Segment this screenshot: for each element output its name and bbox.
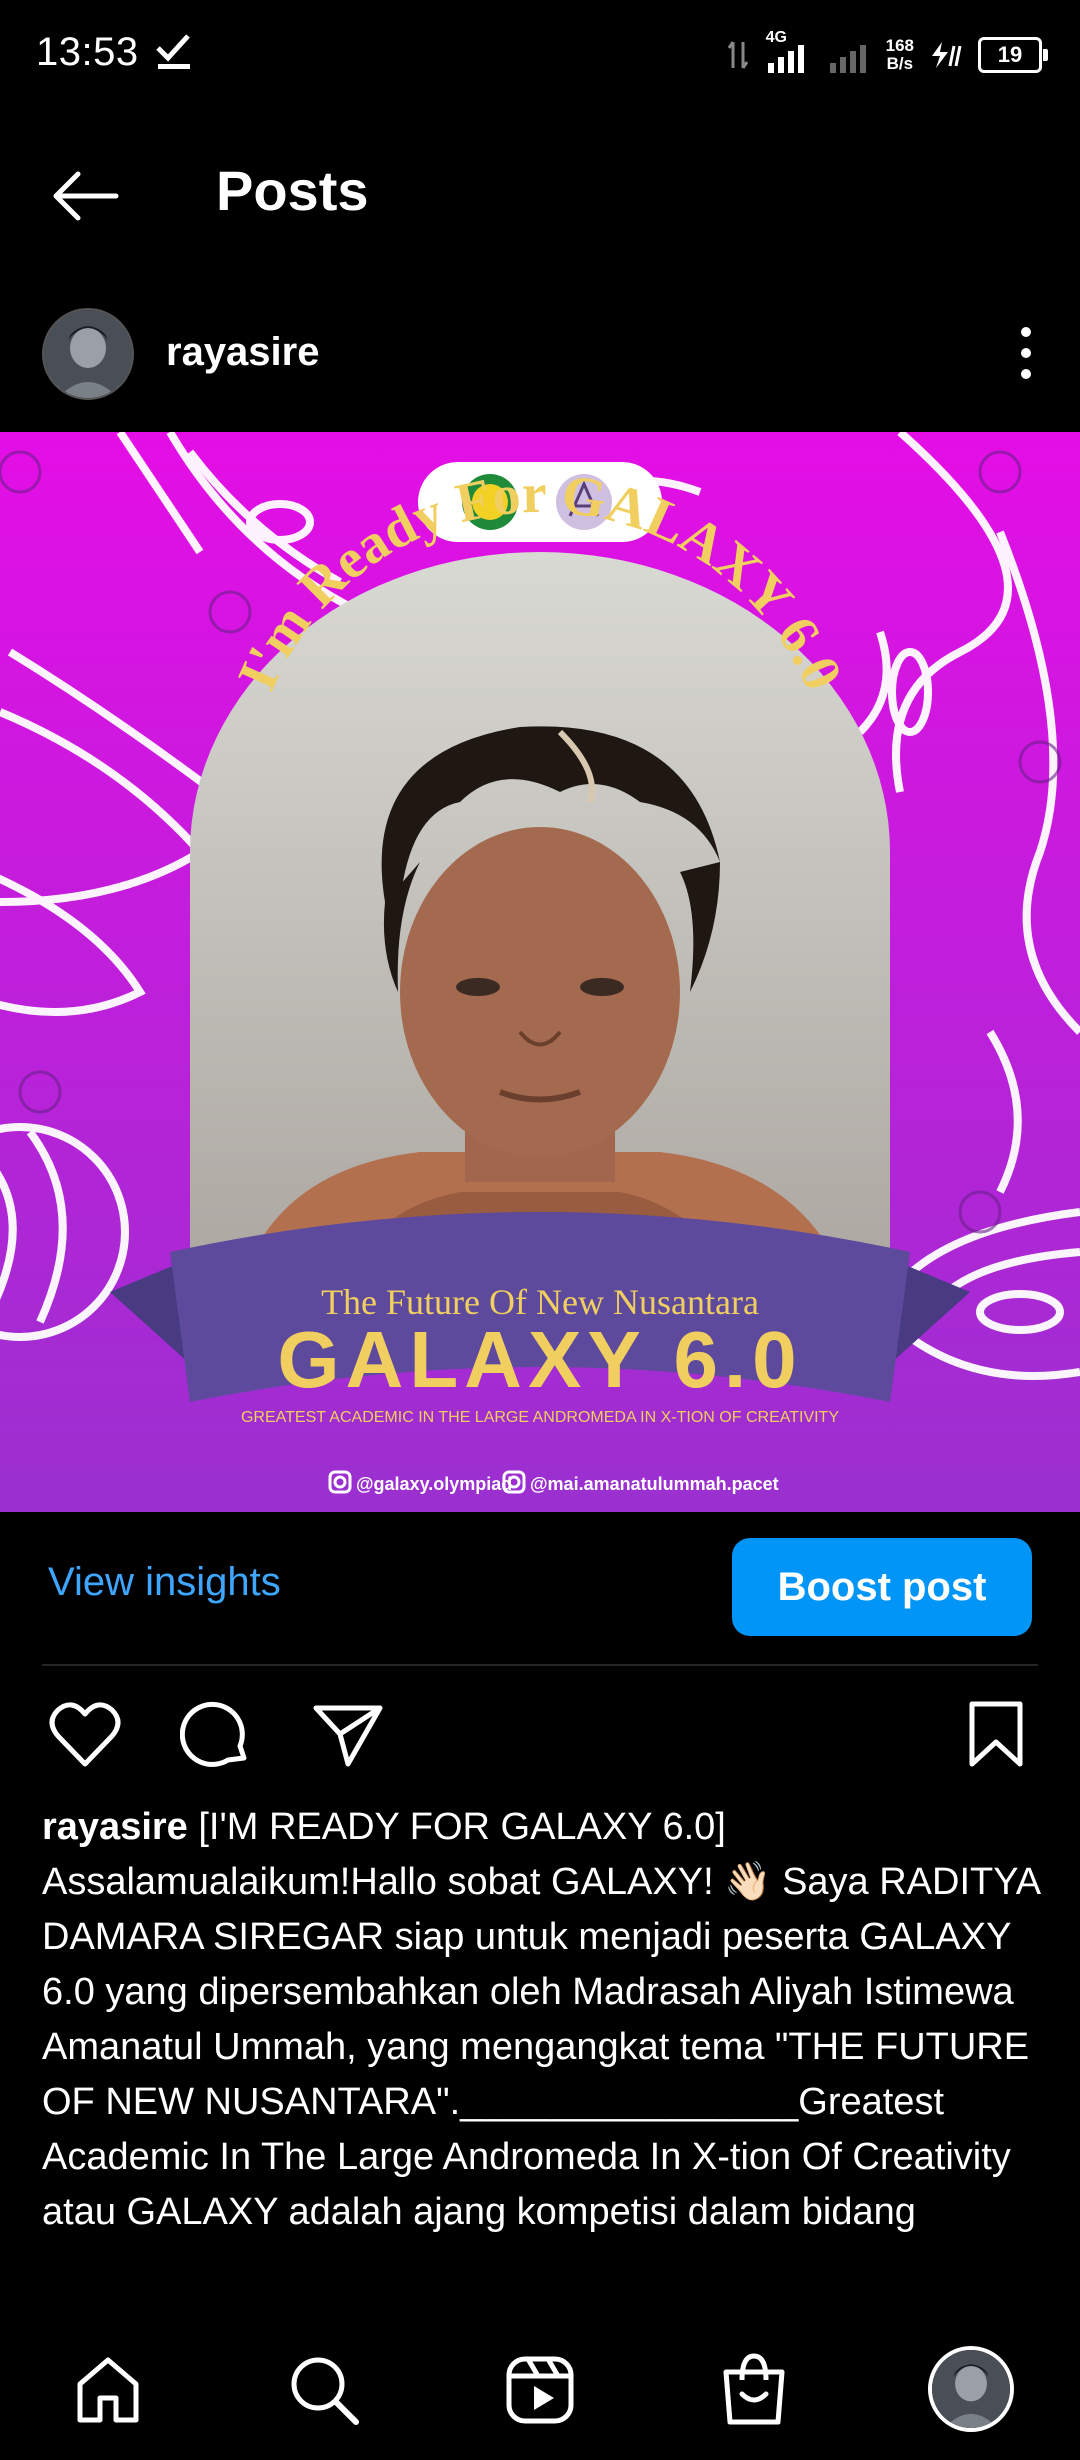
image-handle-1: @galaxy.olympiad (356, 1474, 512, 1494)
comment-icon[interactable] (180, 1700, 252, 1772)
post-image[interactable]: I'm Ready For GALAXY 6.0 The Future Of N… (0, 432, 1080, 1512)
page-title: Posts (216, 159, 369, 222)
status-right: 4G 168 B/s 19 (726, 29, 1048, 80)
battery-indicator: 19 (978, 37, 1048, 73)
image-banner-subtitle: GREATEST ACADEMIC IN THE LARGE ANDROMEDA… (241, 1409, 839, 1426)
profile-avatar[interactable] (928, 2346, 1014, 2432)
network-speed: 168 B/s (885, 36, 914, 73)
back-arrow-icon[interactable] (48, 166, 120, 226)
check-icon (156, 34, 190, 69)
heart-icon[interactable] (48, 1700, 122, 1770)
more-options-icon[interactable] (1018, 326, 1034, 380)
charging-icon (932, 42, 962, 68)
data-arrows-icon (727, 41, 748, 69)
post-username[interactable]: rayasire (166, 330, 319, 375)
status-time: 13:53 (36, 30, 139, 74)
status-bar: 13:53 4G 168 B/s 19 (0, 0, 1080, 110)
avatar[interactable] (42, 308, 134, 400)
image-banner-title: GALAXY 6.0 (277, 1315, 802, 1404)
search-icon[interactable] (288, 2354, 360, 2426)
divider (42, 1664, 1038, 1666)
home-icon[interactable] (72, 2354, 144, 2426)
signal-2-icon (829, 45, 866, 73)
shop-icon[interactable] (720, 2352, 788, 2426)
reels-icon[interactable] (504, 2354, 576, 2426)
signal-4g-icon: 4G (764, 29, 814, 77)
view-insights-link[interactable]: View insights (48, 1560, 281, 1605)
caption-username[interactable]: rayasire (42, 1806, 188, 1848)
bottom-nav (0, 2320, 1080, 2460)
send-icon[interactable] (312, 1702, 384, 1768)
image-handle-2: @mai.amanatulummah.pacet (530, 1474, 779, 1494)
post-caption: rayasire [I'M READY FOR GALAXY 6.0] Assa… (42, 1800, 1042, 2240)
boost-post-button[interactable]: Boost post (732, 1538, 1032, 1636)
bookmark-icon[interactable] (966, 1700, 1026, 1770)
caption-text: [I'M READY FOR GALAXY 6.0] Assalamualaik… (42, 1806, 1040, 2233)
